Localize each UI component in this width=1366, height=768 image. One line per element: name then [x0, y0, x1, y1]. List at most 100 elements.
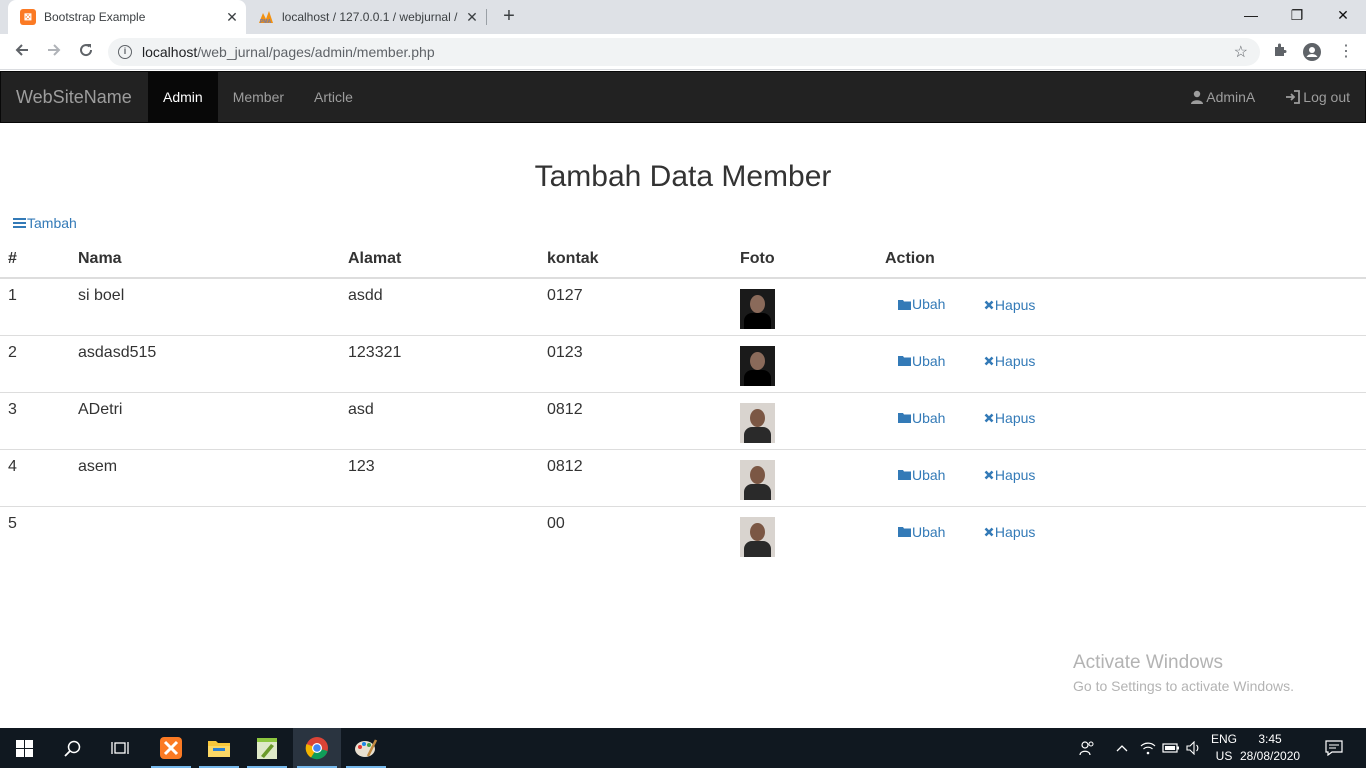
- tab-phpmyadmin[interactable]: PMA localhost / 127.0.0.1 / webjurnal / …: [248, 0, 486, 34]
- site-info-icon[interactable]: i: [118, 45, 132, 59]
- folder-icon: [898, 413, 911, 423]
- task-view-button[interactable]: [96, 728, 144, 768]
- delete-label: Hapus: [994, 524, 1036, 540]
- edit-button[interactable]: Ubah: [898, 524, 945, 540]
- taskbar-clock[interactable]: 3:45 28/08/2020: [1240, 731, 1300, 765]
- navbar-right: AdminA Log out: [1160, 72, 1350, 122]
- forward-icon[interactable]: [42, 40, 66, 64]
- brand-link[interactable]: WebSiteName: [1, 72, 148, 122]
- bookmark-star-icon[interactable]: ☆: [1234, 42, 1248, 62]
- cell-nama: [70, 506, 340, 563]
- people-icon[interactable]: [1076, 728, 1098, 768]
- table-row: 1 si boel asdd 0127 Ubah Hapus: [0, 278, 1366, 336]
- address-bar[interactable]: i localhost/web_jurnal/pages/admin/membe…: [108, 38, 1260, 66]
- column-header-alamat: Alamat: [340, 240, 539, 279]
- tab-bootstrap-example[interactable]: ⊠ Bootstrap Example ✕: [8, 0, 246, 34]
- xampp-icon: [160, 737, 182, 759]
- browser-tabstrip: ⊠ Bootstrap Example ✕ PMA localhost / 12…: [0, 0, 1366, 34]
- cell-number: 1: [0, 278, 70, 336]
- start-button[interactable]: [0, 728, 48, 768]
- tab-title: Bootstrap Example: [44, 10, 146, 24]
- restore-icon[interactable]: ❐: [1274, 0, 1320, 30]
- close-window-icon[interactable]: ✕: [1320, 0, 1366, 30]
- log-in-icon: [1286, 90, 1301, 104]
- folder-icon: [898, 356, 911, 366]
- taskbar-file-explorer[interactable]: [195, 728, 243, 768]
- cell-foto: [732, 449, 877, 507]
- menu-icon[interactable]: ⋮: [1336, 42, 1356, 62]
- edit-label: Ubah: [912, 466, 946, 483]
- taskbar-paint[interactable]: [342, 728, 390, 768]
- close-tab-icon[interactable]: ✕: [458, 9, 486, 26]
- lang-region: US: [1215, 749, 1233, 763]
- search-button[interactable]: [48, 728, 96, 768]
- battery-icon[interactable]: [1160, 728, 1182, 768]
- nav-item-member[interactable]: Member: [218, 72, 299, 122]
- delete-button[interactable]: Hapus: [984, 467, 1035, 483]
- taskbar-chrome[interactable]: [293, 728, 341, 768]
- delete-button[interactable]: Hapus: [984, 524, 1035, 540]
- cell-nama: ADetri: [70, 392, 340, 450]
- column-header-number: #: [0, 240, 70, 279]
- column-header-action: Action: [877, 240, 1366, 279]
- nav-item-admin[interactable]: Admin: [148, 72, 218, 122]
- table-row: 2 asdasd515 123321 0123 Ubah Hapus: [0, 335, 1366, 393]
- cell-nama: si boel: [70, 278, 340, 336]
- watermark-title: Activate Windows: [1073, 652, 1223, 673]
- back-icon[interactable]: [10, 40, 34, 64]
- user-link[interactable]: AdminA: [1160, 72, 1255, 122]
- logout-label: Log out: [1303, 89, 1350, 105]
- cell-nama: asem: [70, 449, 340, 507]
- edit-button[interactable]: Ubah: [898, 296, 945, 312]
- delete-button[interactable]: Hapus: [984, 410, 1035, 426]
- edit-label: Ubah: [912, 352, 946, 369]
- edit-label: Ubah: [912, 409, 946, 426]
- profile-icon[interactable]: [1302, 42, 1322, 62]
- delete-button[interactable]: Hapus: [984, 297, 1035, 313]
- volume-icon[interactable]: [1184, 728, 1204, 768]
- close-tab-icon[interactable]: ✕: [218, 9, 246, 26]
- input-language[interactable]: ENG US: [1208, 731, 1240, 765]
- reload-icon[interactable]: [74, 40, 98, 64]
- edit-button[interactable]: Ubah: [898, 467, 945, 483]
- notification-icon[interactable]: [1320, 728, 1348, 768]
- delete-label: Hapus: [994, 353, 1036, 369]
- taskbar-editor[interactable]: [243, 728, 291, 768]
- windows-logo-icon: [15, 739, 33, 757]
- delete-button[interactable]: Hapus: [984, 353, 1035, 369]
- cell-foto: [732, 506, 877, 563]
- minimize-icon[interactable]: —: [1228, 0, 1274, 30]
- nav-item-article[interactable]: Article: [299, 72, 368, 122]
- member-photo: [740, 459, 775, 500]
- logout-link[interactable]: Log out: [1255, 72, 1350, 122]
- edit-button[interactable]: Ubah: [898, 410, 945, 426]
- taskbar-xampp[interactable]: [147, 728, 195, 768]
- clock-time: 3:45: [1258, 732, 1282, 746]
- new-tab-icon[interactable]: +: [498, 5, 520, 27]
- cell-number: 2: [0, 335, 70, 393]
- show-hidden-icons-icon[interactable]: [1112, 728, 1132, 768]
- delete-label: Hapus: [994, 410, 1036, 426]
- tab-title: localhost / 127.0.0.1 / webjurnal /: [282, 10, 458, 24]
- folder-icon: [898, 470, 911, 480]
- table-header-row: # Nama Alamat kontak Foto Action: [0, 240, 1366, 279]
- table-row: 5 00 Ubah Hapus: [0, 506, 1366, 563]
- column-header-kontak: kontak: [539, 240, 732, 279]
- cell-foto: [732, 335, 877, 393]
- cell-alamat: [340, 506, 539, 563]
- edit-button[interactable]: Ubah: [898, 353, 945, 369]
- cell-number: 4: [0, 449, 70, 507]
- member-photo: [740, 516, 775, 557]
- browser-toolbar: i localhost/web_jurnal/pages/admin/membe…: [0, 34, 1366, 70]
- cell-action: Ubah Hapus: [877, 506, 1366, 563]
- wifi-icon[interactable]: [1138, 728, 1158, 768]
- member-photo: [740, 289, 775, 329]
- activate-windows-watermark: Activate Windows Go to Settings to activ…: [1073, 652, 1294, 694]
- url-host: localhost: [142, 44, 198, 60]
- extensions-icon[interactable]: [1270, 42, 1290, 62]
- windows-taskbar: ENG US 3:45 28/08/2020: [0, 728, 1366, 768]
- cell-kontak: 00: [547, 514, 565, 532]
- search-icon: [63, 740, 80, 757]
- delete-label: Hapus: [994, 467, 1036, 483]
- add-member-link[interactable]: Tambah: [13, 215, 77, 231]
